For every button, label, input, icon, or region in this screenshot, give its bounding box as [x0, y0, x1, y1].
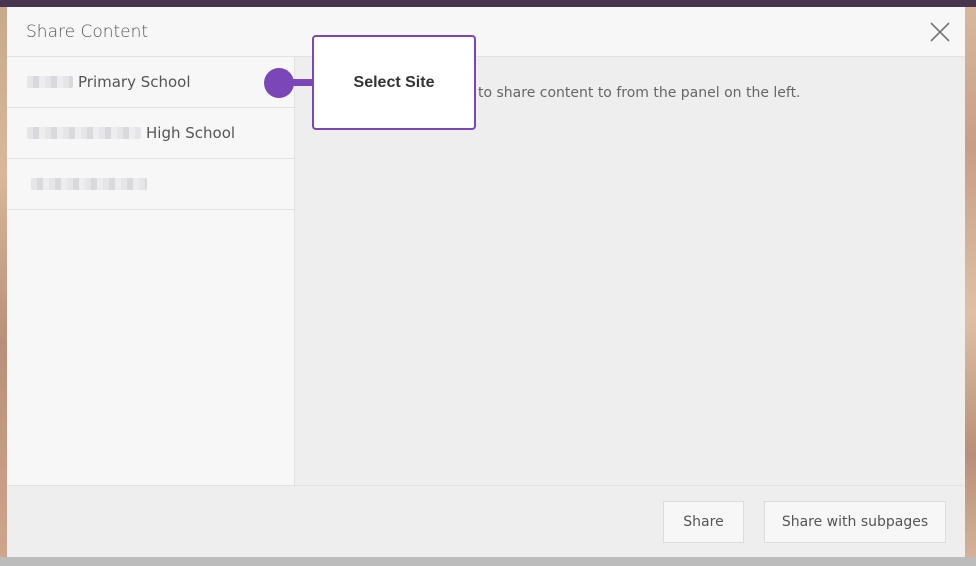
blurred-name: [31, 178, 147, 190]
site-item-label: High School: [146, 124, 236, 142]
modal-title: Share Content: [26, 22, 149, 42]
callout-marker-dot: [264, 68, 294, 98]
background-bottom-edge: [0, 557, 976, 566]
select-site-callout: Select Site: [312, 35, 476, 130]
blurred-name: [27, 76, 73, 88]
modal-header: Share Content: [7, 7, 965, 57]
site-item-primary-school[interactable]: Primary School: [7, 57, 294, 108]
share-button[interactable]: Share: [663, 501, 744, 543]
site-item-high-school[interactable]: High School: [7, 108, 294, 159]
modal-footer: Share Share with subpages: [7, 485, 965, 557]
callout-label: Select Site: [353, 73, 435, 91]
close-icon: [930, 22, 950, 42]
site-item-third[interactable]: [7, 159, 294, 210]
site-item-label: Primary School: [78, 73, 191, 91]
close-button[interactable]: [929, 21, 951, 43]
instruction-text: to share content to from the panel on th…: [478, 85, 801, 101]
share-with-subpages-button[interactable]: Share with subpages: [764, 501, 946, 543]
site-list-panel: Primary School High School: [7, 57, 295, 485]
blurred-name: [27, 127, 141, 139]
background-left-edge: [0, 7, 7, 566]
share-content-modal: Share Content Primary School High School…: [7, 7, 965, 557]
background-right-edge: [965, 7, 976, 566]
background-top-bar: [0, 0, 976, 7]
